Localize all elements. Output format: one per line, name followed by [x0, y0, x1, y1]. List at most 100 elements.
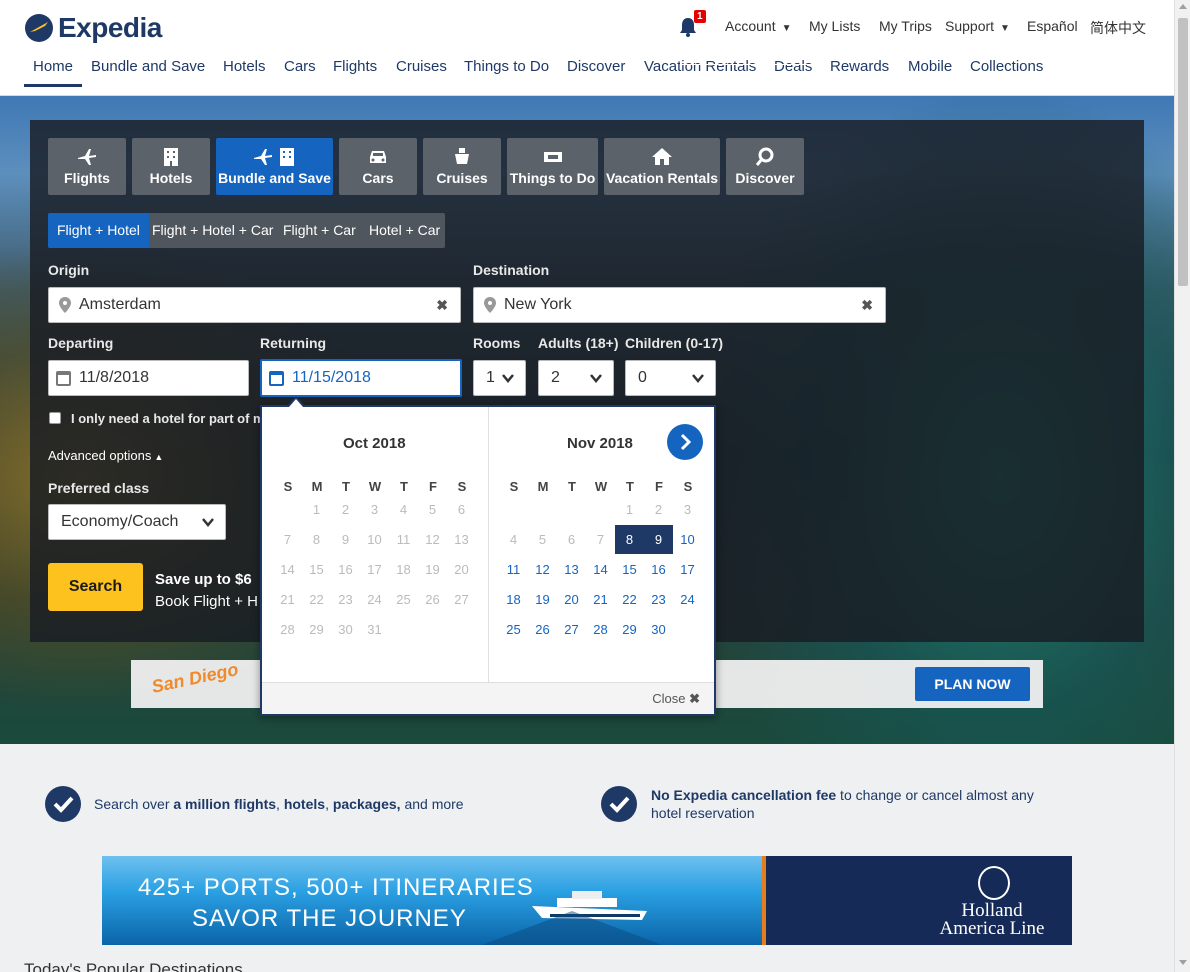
nav-cars[interactable]: Cars [284, 58, 316, 75]
calendar-day-nov-18[interactable]: 18 [499, 585, 528, 614]
chevron-down-icon: ▼ [1000, 23, 1010, 34]
calendar-day-oct-18: 18 [396, 562, 411, 577]
calendar-day-nov-10[interactable]: 10 [673, 525, 702, 554]
calendar-day-nov-2: 2 [654, 502, 663, 517]
tab-hotels[interactable]: Hotels [132, 138, 210, 195]
calendar-day-nov-14[interactable]: 14 [586, 555, 615, 584]
origin-input[interactable]: Amsterdam ✖ [48, 287, 461, 323]
nav-home[interactable]: Home [33, 58, 73, 75]
plan-now-button[interactable]: PLAN NOW [915, 667, 1030, 701]
espanol-link[interactable]: Español [1027, 18, 1078, 34]
clear-destination-icon[interactable]: ✖ [861, 297, 873, 314]
feature-bold: a million flights [173, 796, 277, 812]
calendar-day-nov-23[interactable]: 23 [644, 585, 673, 614]
nav-bundle-and-save[interactable]: Bundle and Save [91, 58, 205, 75]
adults-label: Adults (18+) [538, 335, 619, 351]
calendar-day-nov-21[interactable]: 21 [586, 585, 615, 614]
tab-label: Discover [735, 170, 795, 186]
tab-label: Hotels [149, 170, 193, 186]
clear-origin-icon[interactable]: ✖ [436, 297, 448, 314]
calendar-day-nov-22[interactable]: 22 [615, 585, 644, 614]
support-menu[interactable]: Support ▼ [945, 18, 1010, 34]
subtab-flight-car[interactable]: Flight + Car [274, 213, 365, 248]
subtab-flight-hotel[interactable]: Flight + Hotel [48, 213, 149, 248]
children-select[interactable]: 0 [625, 360, 716, 396]
checkmark-icon [45, 786, 81, 822]
rooms-select[interactable]: 1 [473, 360, 526, 396]
chevron-down-icon [202, 518, 214, 527]
calendar-day-nov-26[interactable]: 26 [528, 615, 557, 644]
preferred-class-select[interactable]: Economy/Coach [48, 504, 226, 540]
feature-bold: packages, [332, 796, 401, 812]
tab-vacation-rentals[interactable]: Vacation Rentals [604, 138, 720, 195]
chinese-link[interactable]: 简体中文 [1090, 18, 1146, 38]
account-menu[interactable]: Account ▼ [725, 18, 792, 34]
nav-cruises[interactable]: Cruises [396, 58, 447, 75]
subtab-flight-hotel-car[interactable]: Flight + Hotel + Car [143, 213, 282, 248]
subtab-hotel-car[interactable]: Hotel + Car [360, 213, 449, 248]
tab-cruises[interactable]: Cruises [423, 138, 501, 195]
scroll-down-arrow-icon[interactable] [1179, 960, 1187, 965]
tab-cars[interactable]: Cars [339, 138, 417, 195]
my-lists-link[interactable]: My Lists [809, 18, 860, 34]
calendar-day-oct-26: 26 [425, 592, 440, 607]
nav-flights[interactable]: Flights [333, 58, 377, 75]
holland-america-ad[interactable]: 425+ PORTS, 500+ ITINERARIES SAVOR THE J… [102, 856, 1072, 945]
my-trips-link[interactable]: My Trips [879, 18, 932, 34]
origin-value: Amsterdam [79, 296, 161, 313]
scroll-up-arrow-icon[interactable] [1179, 4, 1187, 9]
scrollbar-thumb[interactable] [1178, 18, 1188, 286]
calendar-day-nov-12[interactable]: 12 [528, 555, 557, 584]
calendar-day-nov-15[interactable]: 15 [615, 555, 644, 584]
next-month-button[interactable] [667, 424, 703, 460]
calendar-day-nov-27[interactable]: 27 [557, 615, 586, 644]
calendar-day-nov-25[interactable]: 25 [499, 615, 528, 644]
nav-things-to-do[interactable]: Things to Do [464, 58, 549, 75]
close-calendar-button[interactable]: Close ✖ [652, 691, 700, 707]
notification-bell[interactable]: 1 [678, 10, 706, 38]
calendar-day-nov-8[interactable]: 8 [615, 525, 644, 554]
calendar-day-nov-20[interactable]: 20 [557, 585, 586, 614]
nav-rewards[interactable]: Rewards [830, 58, 889, 75]
calendar-day-nov-29[interactable]: 29 [615, 615, 644, 644]
returning-date-input[interactable]: 11/15/2018 [260, 359, 462, 397]
destination-value: New York [504, 296, 572, 313]
nav-collections[interactable]: Collections [970, 58, 1043, 75]
plane-building-icon [253, 148, 294, 166]
calendar-day-oct-30: 30 [338, 622, 353, 637]
nav-mobile[interactable]: Mobile [908, 58, 952, 75]
nav-hotels[interactable]: Hotels [223, 58, 266, 75]
calendar-day-nov-17[interactable]: 17 [673, 555, 702, 584]
calendar-day-nov-16[interactable]: 16 [644, 555, 673, 584]
departing-date-input[interactable]: 11/8/2018 [48, 360, 249, 396]
popular-destinations-title: Today's Popular Destinations [24, 960, 243, 972]
calendar-day-nov-19[interactable]: 19 [528, 585, 557, 614]
search-button[interactable]: Search [48, 563, 143, 611]
calendar-day-nov-28[interactable]: 28 [586, 615, 615, 644]
nav-discover[interactable]: Discover [567, 58, 625, 75]
calendar-day-oct-23: 23 [338, 592, 353, 607]
calendar-day-oct-4: 4 [399, 502, 408, 517]
tab-flights[interactable]: Flights [48, 138, 126, 195]
san-diego-logo: San Diego [149, 659, 241, 697]
calendar-day-nov-30[interactable]: 30 [644, 615, 673, 644]
calendar-day-oct-20: 20 [454, 562, 469, 577]
calendar-day-oct-27: 27 [454, 592, 469, 607]
learn-more-button[interactable]: LEARN MORE [680, 38, 815, 65]
calendar-day-nov-24[interactable]: 24 [673, 585, 702, 614]
adults-select[interactable]: 2 [538, 360, 614, 396]
tab-things-to-do[interactable]: Things to Do [507, 138, 598, 195]
tab-label: Things to Do [509, 170, 596, 186]
month-title-right: Nov 2018 [567, 435, 633, 452]
tab-bundle-and-save[interactable]: Bundle and Save [216, 138, 333, 195]
calendar-day-nov-13[interactable]: 13 [557, 555, 586, 584]
partial-hotel-checkbox[interactable] [49, 412, 61, 424]
page-scrollbar[interactable] [1174, 0, 1190, 972]
advanced-options-toggle[interactable]: Advanced options ▲ [48, 448, 163, 463]
destination-input[interactable]: New York ✖ [473, 287, 886, 323]
expedia-logo[interactable]: Expedia [24, 12, 162, 44]
calendar-day-nov-9[interactable]: 9 [644, 525, 673, 554]
calendar-day-nov-11[interactable]: 11 [499, 555, 528, 584]
day-of-week-header: W [594, 479, 608, 494]
tab-discover[interactable]: Discover [726, 138, 804, 195]
